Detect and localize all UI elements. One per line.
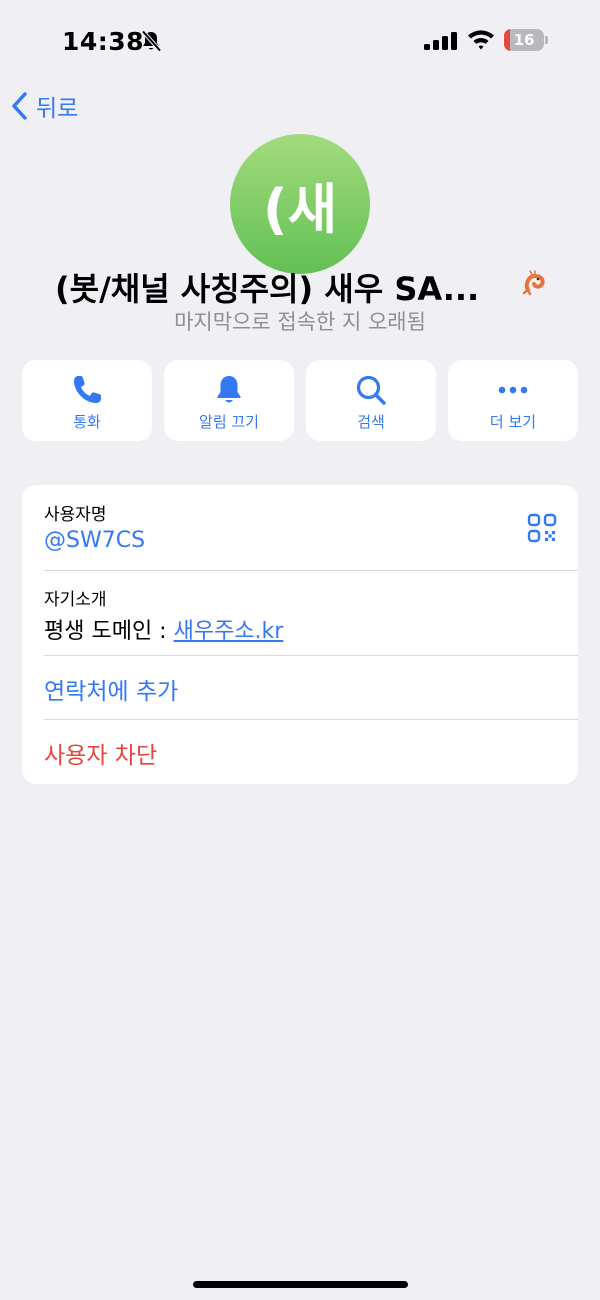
more-label: 더 보기 [489,413,537,431]
last-seen-status: 마지막으로 접속한 지 오래됨 [174,310,426,334]
status-bar: 14:38 16 [0,0,600,80]
home-indicator [193,1281,408,1288]
cellular-signal-icon [424,32,457,50]
battery-tip [545,36,548,44]
back-button[interactable]: 뒤로 [10,88,78,124]
bio-prefix: 평생 도메인 : [44,619,174,644]
avatar-initials: (새 [262,177,338,241]
search-label: 검색 [357,413,385,431]
search-button[interactable]: 검색 [306,360,436,441]
bell-icon [217,376,241,403]
wifi-icon [468,30,494,50]
mute-label: 알림 끄기 [199,413,259,431]
add-contact-row[interactable]: 연락처에 추가 [22,656,578,720]
avatar[interactable]: (새 [230,134,370,274]
status-time: 14:38 [62,27,145,56]
call-button[interactable]: 통화 [22,360,152,441]
profile-name: (봇/채널 사칭주의) 새우 SA... [55,270,480,308]
phone-icon [74,376,101,403]
block-user-button[interactable]: 사용자 차단 [44,736,157,770]
shrimp-emoji-icon [522,270,545,296]
bio-value: 평생 도메인 : 새우주소.kr [44,613,283,645]
battery-indicator: 16 [504,29,548,51]
battery-level: 16 [513,31,535,49]
action-buttons: 통화 알림 끄기 검색 더 보기 [22,360,578,441]
username-label: 사용자명 [44,505,107,525]
add-contact-button[interactable]: 연락처에 추가 [44,672,178,706]
mute-button[interactable]: 알림 끄기 [164,360,294,441]
more-button[interactable]: 더 보기 [448,360,578,441]
qr-code-icon[interactable] [527,513,557,543]
bell-slash-icon [141,30,161,52]
chevron-left-icon [12,92,27,120]
info-card: 사용자명 @SW7CS 자기소개 평생 도메인 : 새우주소.kr 연락처에 추… [22,485,578,784]
more-icon [498,386,528,394]
bio-label: 자기소개 [44,590,107,610]
call-label: 통화 [73,413,101,431]
back-label: 뒤로 [36,96,79,122]
bio-row: 자기소개 평생 도메인 : 새우주소.kr [22,571,578,656]
search-icon [356,375,386,405]
profile-name-row: (봇/채널 사칭주의) 새우 SA... [0,258,600,308]
block-user-row[interactable]: 사용자 차단 [22,720,578,784]
username-row[interactable]: 사용자명 @SW7CS [22,485,578,571]
battery-body: 16 [504,29,544,51]
username-value[interactable]: @SW7CS [44,528,145,553]
bio-domain-link[interactable]: 새우주소.kr [174,619,284,644]
